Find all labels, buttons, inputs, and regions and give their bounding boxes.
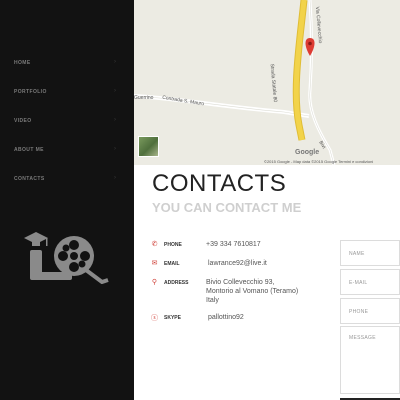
address-value: Bivio Collevecchio 93, Montorio al Voman…	[206, 279, 299, 304]
nav-item-video[interactable]: VIDEO	[14, 118, 32, 124]
logo[interactable]	[22, 226, 110, 284]
map-attribution[interactable]: ©2015 Google - Map data ©2015 Google Ter…	[264, 159, 373, 164]
name-placeholder: NAME	[349, 251, 365, 257]
message-field[interactable]: MESSAGE	[340, 326, 400, 394]
email-field[interactable]: E-MAIL	[340, 269, 400, 295]
nav-item-portfolio[interactable]: PORTFOLIO	[14, 89, 47, 95]
phone-label: PHONE	[164, 242, 182, 248]
chevron-right-icon: ›	[114, 88, 116, 94]
nav-item-home[interactable]: HOME	[14, 60, 31, 66]
email-placeholder: E-MAIL	[349, 280, 368, 286]
chevron-right-icon: ›	[114, 117, 116, 123]
chevron-right-icon: ›	[114, 59, 116, 65]
email-label: EMAIL	[164, 261, 180, 267]
phone-placeholder: PHONE	[349, 309, 369, 315]
map-roads	[134, 0, 336, 165]
nav-item-contacts[interactable]: CONTACTS	[14, 176, 45, 182]
phone-value: +39 334 7610817	[206, 241, 261, 248]
chevron-right-icon: ›	[114, 175, 116, 181]
contact-form: NAME E-MAIL PHONE MESSAGE	[340, 240, 400, 400]
phone-field[interactable]: PHONE	[340, 298, 400, 324]
chevron-right-icon: ›	[114, 146, 116, 152]
satellite-toggle[interactable]	[138, 136, 159, 157]
address-label: ADDRESS	[164, 280, 189, 286]
mail-icon: ✉	[151, 260, 158, 267]
page-subtitle: YOU CAN CONTACT ME	[152, 200, 302, 215]
nav-item-about-me[interactable]: ABOUT ME	[14, 147, 44, 153]
sidebar: HOME › PORTFOLIO › VIDEO › ABOUT ME › CO…	[0, 0, 134, 400]
skype-icon: ⓢ	[151, 315, 158, 322]
google-logo: Google	[295, 149, 320, 156]
skype-value: pallottino92	[208, 314, 244, 321]
skype-label: SKYPE	[164, 315, 181, 321]
map[interactable]: Guerrino Contrada S. Mauro Strada Statal…	[134, 0, 400, 165]
message-placeholder: MESSAGE	[349, 335, 376, 341]
map-label: Guerrino	[134, 95, 154, 101]
name-field[interactable]: NAME	[340, 240, 400, 266]
page-title: CONTACTS	[152, 170, 287, 197]
map-marker-icon	[305, 38, 315, 56]
phone-icon: ✆	[151, 241, 158, 248]
location-icon: ⚲	[151, 279, 158, 286]
email-value[interactable]: lawrance92@live.it	[208, 259, 267, 268]
